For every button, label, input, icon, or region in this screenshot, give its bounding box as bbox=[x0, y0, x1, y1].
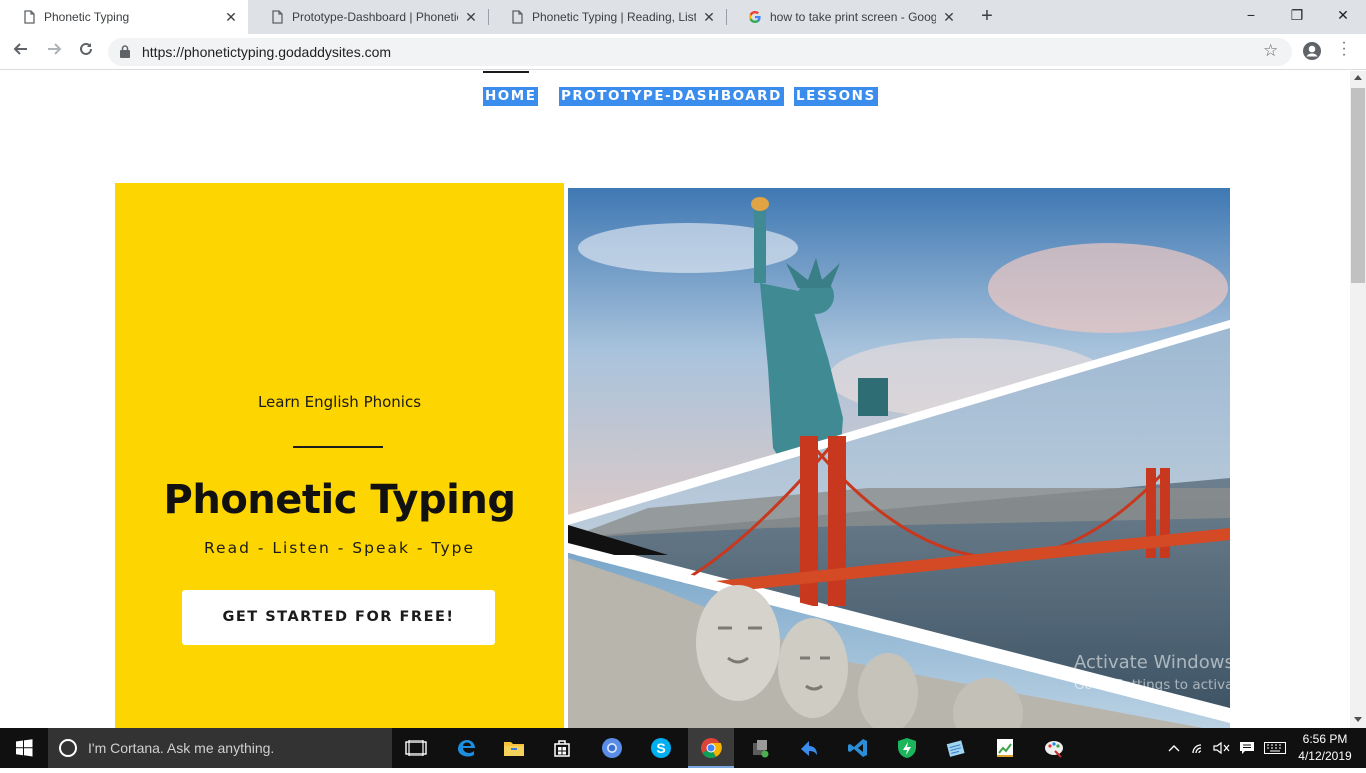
nav-lessons-link[interactable]: LESSONS bbox=[794, 87, 878, 106]
nav-home-link[interactable]: HOME bbox=[483, 87, 539, 106]
back-button[interactable] bbox=[10, 41, 32, 63]
svg-text:S: S bbox=[656, 740, 665, 756]
page-viewport: HOME PROTOTYPE-DASHBOARD LESSONS Learn E… bbox=[0, 71, 1350, 728]
reload-icon bbox=[80, 42, 92, 55]
maximize-button[interactable]: ❐ bbox=[1286, 4, 1308, 26]
cortana-icon bbox=[59, 739, 77, 757]
lock-icon bbox=[120, 45, 130, 58]
get-started-button[interactable]: GET STARTED FOR FREE! bbox=[182, 590, 495, 645]
volume-muted-icon[interactable] bbox=[1211, 728, 1233, 768]
close-window-button[interactable]: ✕ bbox=[1332, 4, 1354, 26]
reload-button[interactable] bbox=[75, 41, 97, 63]
back-arrow-icon bbox=[13, 43, 27, 55]
scroll-down-arrow-icon[interactable] bbox=[1354, 717, 1362, 722]
clock-time: 6:56 PM bbox=[1302, 732, 1348, 746]
page-scrollbar[interactable] bbox=[1350, 71, 1366, 728]
tab-close-icon[interactable]: ✕ bbox=[942, 9, 956, 26]
browser-toolbar: https://phonetictyping.godaddysites.com … bbox=[0, 34, 1366, 70]
hero-tagline: Learn English Phonics bbox=[257, 393, 422, 411]
tab-title: Prototype-Dashboard | Phonetic bbox=[292, 10, 458, 24]
cortana-placeholder: I'm Cortana. Ask me anything. bbox=[88, 740, 275, 756]
tab-google-search[interactable]: how to take print screen - Googl ✕ bbox=[726, 0, 966, 34]
edge-icon[interactable] bbox=[443, 728, 489, 768]
shield-app-icon[interactable] bbox=[884, 728, 930, 768]
skype-icon[interactable]: S bbox=[638, 728, 684, 768]
tab-close-icon[interactable]: ✕ bbox=[702, 9, 716, 26]
new-tab-button[interactable]: + bbox=[976, 4, 998, 28]
browser-menu-icon[interactable]: · · · bbox=[1338, 35, 1350, 63]
profile-avatar-icon[interactable] bbox=[1302, 41, 1322, 61]
tab-prototype-dashboard[interactable]: Prototype-Dashboard | Phonetic ✕ bbox=[248, 0, 488, 34]
watermark-subtitle: Go to Settings to activate Windows. bbox=[1074, 677, 1316, 693]
paint-icon[interactable] bbox=[1031, 728, 1077, 768]
store-icon[interactable] bbox=[539, 728, 585, 768]
scroll-up-arrow-icon[interactable] bbox=[1354, 75, 1362, 80]
page-icon bbox=[270, 10, 284, 24]
cortana-search-box[interactable]: I'm Cortana. Ask me anything. bbox=[48, 728, 392, 768]
page-icon bbox=[22, 10, 36, 24]
hero-subtitle: Read - Listen - Speak - Type bbox=[203, 539, 476, 557]
action-center-icon[interactable] bbox=[1236, 728, 1258, 768]
tab-phonetic-typing[interactable]: Phonetic Typing ✕ bbox=[0, 0, 248, 34]
hero-title: Phonetic Typing bbox=[163, 477, 516, 523]
activate-windows-watermark: Activate Windows Go to Settings to activ… bbox=[1074, 652, 1316, 693]
address-bar[interactable]: https://phonetictyping.godaddysites.com … bbox=[108, 38, 1292, 66]
tray-chevron-icon[interactable] bbox=[1164, 728, 1184, 768]
watermark-title: Activate Windows bbox=[1074, 652, 1234, 673]
forward-arrow-icon bbox=[48, 43, 62, 55]
start-button[interactable] bbox=[0, 728, 48, 768]
bookmark-star-icon[interactable]: ☆ bbox=[1263, 41, 1278, 61]
keyboard-icon[interactable] bbox=[1262, 728, 1288, 768]
tab-title: Phonetic Typing bbox=[44, 10, 130, 24]
hero-collage-image bbox=[568, 188, 1230, 728]
file-explorer-icon[interactable] bbox=[491, 728, 537, 768]
tab-phonetic-reading[interactable]: Phonetic Typing | Reading, Listen ✕ bbox=[488, 0, 726, 34]
scroll-thumb[interactable] bbox=[1351, 88, 1365, 283]
hero-panel: Learn English Phonics Phonetic Typing Re… bbox=[115, 183, 564, 728]
tab-close-icon[interactable]: ✕ bbox=[224, 9, 238, 26]
minimize-button[interactable]: − bbox=[1240, 4, 1262, 26]
tab-title: Phonetic Typing | Reading, Listen bbox=[532, 10, 696, 24]
browser-tab-strip: Phonetic Typing ✕ Prototype-Dashboard | … bbox=[0, 0, 1366, 34]
clock-date: 4/12/2019 bbox=[1298, 749, 1352, 763]
forward-button[interactable] bbox=[43, 41, 65, 63]
arrow-app-icon[interactable] bbox=[786, 728, 832, 768]
google-icon bbox=[748, 10, 762, 24]
taskbar-clock[interactable]: 6:56 PM 4/12/2019 bbox=[1292, 731, 1358, 765]
windows-logo-icon bbox=[16, 739, 33, 757]
site-nav: HOME PROTOTYPE-DASHBOARD LESSONS bbox=[0, 71, 1350, 131]
task-view-icon[interactable] bbox=[393, 728, 439, 768]
spreadsheet-icon[interactable] bbox=[982, 728, 1028, 768]
vscode-icon[interactable] bbox=[835, 728, 881, 768]
notepad-icon[interactable] bbox=[933, 728, 979, 768]
nav-prototype-dashboard-link[interactable]: PROTOTYPE-DASHBOARD bbox=[559, 87, 784, 106]
tab-title: how to take print screen - Googl bbox=[770, 10, 936, 24]
url-text: https://phonetictyping.godaddysites.com bbox=[142, 44, 392, 60]
wifi-icon[interactable] bbox=[1189, 728, 1211, 768]
hero-divider bbox=[293, 446, 383, 448]
tab-close-icon[interactable]: ✕ bbox=[464, 9, 478, 26]
nav-active-indicator bbox=[483, 71, 529, 73]
chromium-icon[interactable] bbox=[589, 728, 635, 768]
app-icon[interactable] bbox=[737, 728, 783, 768]
windows-taskbar: I'm Cortana. Ask me anything. S 6:56 PM … bbox=[0, 728, 1366, 768]
page-icon bbox=[510, 10, 524, 24]
chrome-icon[interactable] bbox=[688, 728, 734, 768]
